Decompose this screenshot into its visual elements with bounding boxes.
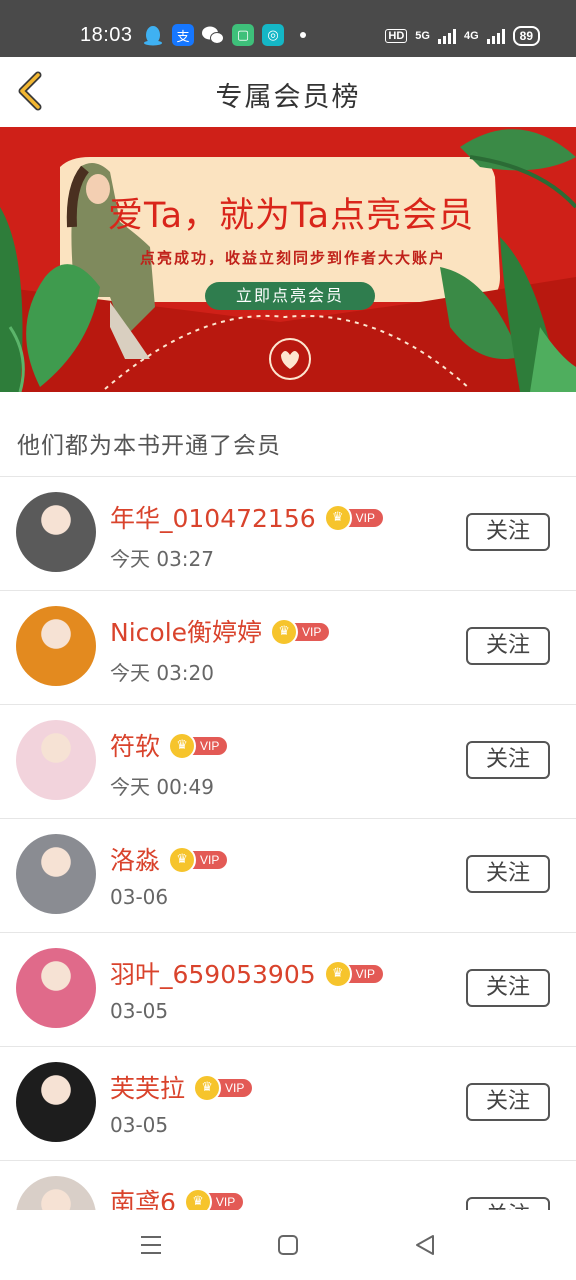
crown-icon: ♛ bbox=[168, 845, 197, 874]
list-item[interactable]: 洛淼 ♛ VIP 03-06 关注 bbox=[0, 819, 576, 933]
follow-button[interactable]: 关注 bbox=[466, 1197, 550, 1210]
vip-badge: ♛ VIP bbox=[323, 503, 383, 532]
follow-button[interactable]: 关注 bbox=[466, 513, 550, 551]
crown-icon: ♛ bbox=[323, 959, 352, 988]
avatar[interactable] bbox=[16, 1176, 96, 1210]
vip-badge: ♛ VIP bbox=[168, 731, 228, 760]
app-icon-green: ▢ bbox=[232, 24, 254, 46]
vip-badge: ♛ VIP bbox=[270, 617, 330, 646]
section-title: 他们都为本书开通了会员 bbox=[17, 433, 281, 459]
member-time: 03-05 bbox=[110, 999, 169, 1023]
follow-button[interactable]: 关注 bbox=[466, 741, 550, 779]
list-item[interactable]: 年华_010472156 ♛ VIP 今天 03:27 关注 bbox=[0, 477, 576, 591]
system-nav-bar bbox=[0, 1210, 576, 1280]
member-name[interactable]: 南鸢6 ♛ VIP bbox=[110, 1183, 244, 1210]
network-4g-label: 4G bbox=[463, 30, 479, 42]
vip-badge: ♛ VIP bbox=[168, 845, 228, 874]
banner-subline: 点亮成功，收益立刻同步到作者大大账户 bbox=[140, 249, 447, 267]
avatar[interactable] bbox=[16, 948, 96, 1028]
signal-icon bbox=[437, 28, 456, 44]
member-name[interactable]: 年华_010472156 ♛ VIP bbox=[110, 499, 383, 535]
status-time: 18:03 bbox=[80, 24, 133, 46]
recent-apps-button[interactable] bbox=[131, 1230, 171, 1260]
activate-vip-button[interactable]: 立即点亮会员 bbox=[205, 282, 375, 310]
app-icon-cyan: ◎ bbox=[262, 24, 284, 46]
signal-icon-2 bbox=[486, 28, 505, 44]
member-time: 03-05 bbox=[110, 1113, 169, 1137]
avatar[interactable] bbox=[16, 834, 96, 914]
avatar[interactable] bbox=[16, 1062, 96, 1142]
member-list[interactable]: 年华_010472156 ♛ VIP 今天 03:27 关注 Nicole衡婷婷 ♛ V… bbox=[0, 477, 576, 1210]
crown-icon: ♛ bbox=[183, 1187, 212, 1210]
list-item[interactable]: Nicole衡婷婷 ♛ VIP 今天 03:20 关注 bbox=[0, 591, 576, 705]
avatar[interactable] bbox=[16, 492, 96, 572]
banner-headline: 爱Ta，就为Ta点亮会员 bbox=[108, 196, 475, 236]
list-item[interactable]: 南鸢6♛VIP 关注 bbox=[0, 1161, 576, 1210]
vip-badge: ♛ VIP bbox=[183, 1187, 244, 1210]
home-button[interactable] bbox=[268, 1230, 308, 1260]
member-time: 今天 03:27 bbox=[110, 547, 214, 571]
network-5g-label: 5G bbox=[415, 30, 430, 42]
member-time: 03-06 bbox=[110, 885, 169, 909]
vip-promo-banner[interactable]: 爱Ta，就为Ta点亮会员 点亮成功，收益立刻同步到作者大大账户 立即点亮会员 bbox=[0, 127, 576, 392]
list-item[interactable]: 羽叶_659053905 ♛ VIP 03-05 关注 bbox=[0, 933, 576, 1047]
follow-button[interactable]: 关注 bbox=[466, 855, 550, 893]
vip-badge: ♛ VIP bbox=[193, 1073, 253, 1102]
alipay-icon: 支 bbox=[172, 24, 194, 46]
member-name[interactable]: 芙芙拉 ♛ VIP bbox=[110, 1069, 253, 1105]
notification-icons: 支 ▢ ◎ bbox=[142, 24, 306, 46]
avatar[interactable] bbox=[16, 606, 96, 686]
system-indicators: HD 5G 4G 89 bbox=[385, 26, 540, 46]
hd-badge: HD bbox=[385, 29, 408, 43]
list-item[interactable]: 芙芙拉 ♛ VIP 03-05 关注 bbox=[0, 1047, 576, 1161]
follow-button[interactable]: 关注 bbox=[466, 969, 550, 1007]
avatar[interactable] bbox=[16, 720, 96, 800]
crown-icon: ♛ bbox=[270, 617, 299, 646]
member-name[interactable]: 符软 ♛ VIP bbox=[110, 727, 228, 763]
member-name[interactable]: 洛淼 ♛ VIP bbox=[110, 841, 228, 877]
page-title: 专属会员榜 bbox=[215, 82, 361, 113]
crown-icon: ♛ bbox=[193, 1073, 222, 1102]
follow-button[interactable]: 关注 bbox=[466, 1083, 550, 1121]
member-name[interactable]: Nicole衡婷婷 ♛ VIP bbox=[110, 613, 330, 649]
qq-icon bbox=[142, 24, 164, 46]
wechat-icon bbox=[202, 24, 224, 46]
status-bar: 18:03 支 ▢ ◎ HD 5G 4G 89 bbox=[0, 0, 576, 57]
battery-indicator: 89 bbox=[512, 26, 540, 46]
member-name[interactable]: 羽叶_659053905 ♛ VIP bbox=[110, 955, 383, 991]
vip-badge: ♛ VIP bbox=[323, 959, 383, 988]
member-time: 今天 00:49 bbox=[110, 775, 214, 799]
crown-icon: ♛ bbox=[168, 731, 197, 760]
square-icon bbox=[278, 1235, 298, 1255]
member-time: 今天 03:20 bbox=[110, 661, 214, 685]
list-item[interactable]: 符软 ♛ VIP 今天 00:49 关注 bbox=[0, 705, 576, 819]
triangle-back-icon bbox=[416, 1235, 434, 1255]
follow-button[interactable]: 关注 bbox=[466, 627, 550, 665]
page-header: 专属会员榜 bbox=[0, 57, 576, 127]
more-notifications-dot bbox=[300, 32, 306, 38]
menu-icon bbox=[141, 1236, 161, 1254]
crown-icon: ♛ bbox=[323, 503, 352, 532]
back-nav-button[interactable] bbox=[405, 1230, 445, 1260]
